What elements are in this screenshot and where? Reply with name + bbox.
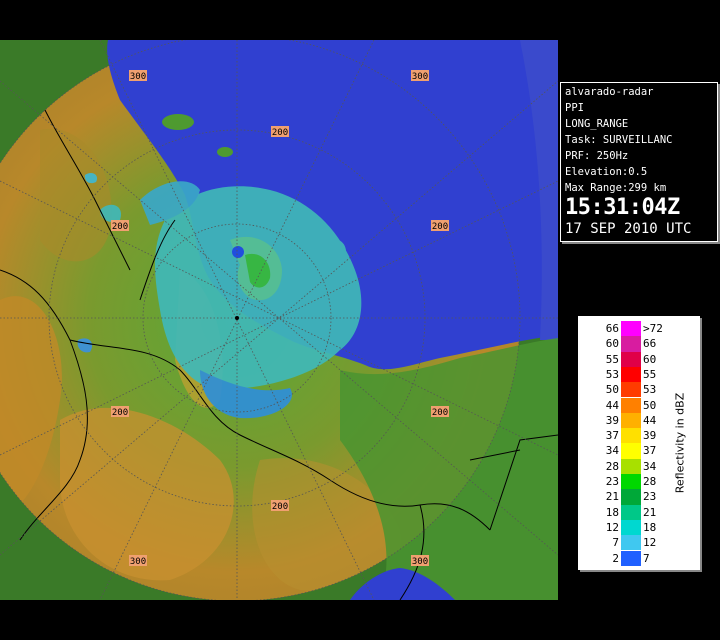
prf-value: PRF: 250Hz bbox=[565, 150, 629, 162]
legend-row: 53 55 bbox=[579, 366, 689, 383]
legend-row: 37 39 bbox=[579, 428, 689, 444]
reflectivity-legend: 66 >72 60 66 55 60 53 55 50 53 44 50 39 44 37 39 34 37 28 3… bbox=[578, 316, 700, 570]
legend-swatch bbox=[621, 382, 641, 398]
legend-row: 34 37 bbox=[579, 443, 689, 459]
legend-row: 60 66 bbox=[579, 336, 689, 352]
legend-row: 21 23 bbox=[579, 489, 689, 505]
legend-low-value: 18 bbox=[605, 505, 619, 519]
legend-row: 50 53 bbox=[579, 382, 689, 398]
elevation-value: Elevation:0.5 bbox=[565, 166, 648, 178]
legend-swatch bbox=[621, 458, 641, 474]
legend-low-value: 7 bbox=[612, 536, 619, 550]
legend-low-value: 55 bbox=[605, 352, 619, 366]
legend-high-value: 18 bbox=[643, 520, 657, 534]
legend-high-value: 37 bbox=[643, 444, 657, 458]
info-panel: alvarado-radar PPI LONG_RANGE Task: SURV… bbox=[560, 82, 718, 242]
legend-high-value: 28 bbox=[643, 475, 657, 488]
radar-map: 300 300 200 200 200 200 200 200 300 300 bbox=[0, 40, 558, 600]
legend-swatch bbox=[621, 535, 641, 551]
legend-row: 12 18 bbox=[579, 519, 689, 536]
product-type: PPI bbox=[565, 102, 584, 114]
legend-low-value: 53 bbox=[605, 367, 619, 381]
legend-title: Reflectivity in dBZ bbox=[673, 392, 687, 494]
legend-swatch bbox=[621, 351, 641, 367]
legend-low-value: 39 bbox=[605, 413, 619, 427]
legend-high-value: 21 bbox=[643, 505, 657, 519]
legend-high-value: 7 bbox=[643, 551, 650, 565]
legend-high-value: 12 bbox=[643, 536, 657, 550]
range-label: 200 bbox=[112, 408, 128, 418]
legend-swatch bbox=[621, 321, 641, 337]
legend-row: 27 bbox=[579, 550, 689, 566]
legend-low-value: 12 bbox=[605, 520, 619, 534]
range-label: 200 bbox=[432, 408, 448, 418]
range-label: 300 bbox=[130, 72, 146, 82]
range-label: 300 bbox=[130, 557, 146, 567]
legend-row: 7 12 bbox=[579, 535, 689, 551]
hurricane-eye bbox=[232, 246, 244, 258]
island bbox=[162, 114, 194, 130]
legend-low-value: 34 bbox=[605, 444, 619, 458]
legend-low-value: 23 bbox=[605, 475, 619, 488]
legend-swatch bbox=[621, 519, 641, 536]
legend-swatch bbox=[621, 550, 641, 566]
range-label: 300 bbox=[412, 557, 428, 567]
legend-high-value: 44 bbox=[643, 413, 657, 427]
legend-low-value: 28 bbox=[605, 459, 619, 473]
radar-site-marker bbox=[235, 316, 239, 320]
legend-row: 23 28 bbox=[579, 474, 689, 490]
range-mode: LONG_RANGE bbox=[565, 118, 629, 130]
legend-low-value: 66 bbox=[605, 322, 619, 335]
range-label: 200 bbox=[272, 128, 288, 138]
legend-row: 18 21 bbox=[579, 504, 689, 520]
legend-row: 55 60 bbox=[579, 351, 689, 367]
island bbox=[217, 147, 233, 157]
range-label: 200 bbox=[432, 222, 448, 232]
scan-date: 17 SEP 2010 UTC bbox=[565, 221, 692, 237]
legend-low-value: 21 bbox=[605, 490, 619, 504]
legend-low-value: 37 bbox=[605, 429, 619, 443]
range-label: 300 bbox=[412, 72, 428, 82]
legend-swatch bbox=[621, 428, 641, 444]
legend-low-value: 44 bbox=[605, 398, 619, 412]
legend-row: 39 44 bbox=[579, 412, 689, 429]
legend-low-value: 60 bbox=[605, 337, 619, 351]
legend-low-value: 50 bbox=[605, 383, 619, 397]
legend-swatch bbox=[621, 504, 641, 520]
range-label: 200 bbox=[112, 222, 128, 232]
scan-time: 15:31:04Z bbox=[565, 195, 680, 220]
legend-high-value: 50 bbox=[643, 398, 657, 412]
legend-swatch bbox=[621, 366, 641, 383]
legend-high-value: 39 bbox=[643, 429, 657, 443]
legend-swatch bbox=[621, 489, 641, 505]
station-name: alvarado-radar bbox=[565, 86, 654, 98]
legend-swatch bbox=[621, 397, 641, 413]
legend-row: 66 >72 bbox=[579, 321, 689, 337]
legend-swatch bbox=[621, 336, 641, 352]
task-name: Task: SURVEILLANC bbox=[565, 134, 673, 146]
legend-high-value: >72 bbox=[643, 322, 663, 335]
legend-high-value: 34 bbox=[643, 459, 657, 473]
legend-swatch bbox=[621, 443, 641, 459]
legend-high-value: 66 bbox=[643, 337, 657, 351]
legend-swatch bbox=[621, 412, 641, 429]
legend-high-value: 55 bbox=[643, 367, 657, 381]
range-label: 200 bbox=[272, 502, 288, 512]
legend-high-value: 53 bbox=[643, 383, 657, 397]
legend-high-value: 60 bbox=[643, 352, 657, 366]
legend-high-value: 23 bbox=[643, 490, 657, 504]
legend-row: 28 34 bbox=[579, 458, 689, 474]
legend-row: 44 50 bbox=[579, 397, 689, 413]
legend-low-value: 2 bbox=[612, 551, 619, 565]
legend-swatch bbox=[621, 474, 641, 490]
max-range-value: Max Range:299 km bbox=[565, 182, 667, 194]
